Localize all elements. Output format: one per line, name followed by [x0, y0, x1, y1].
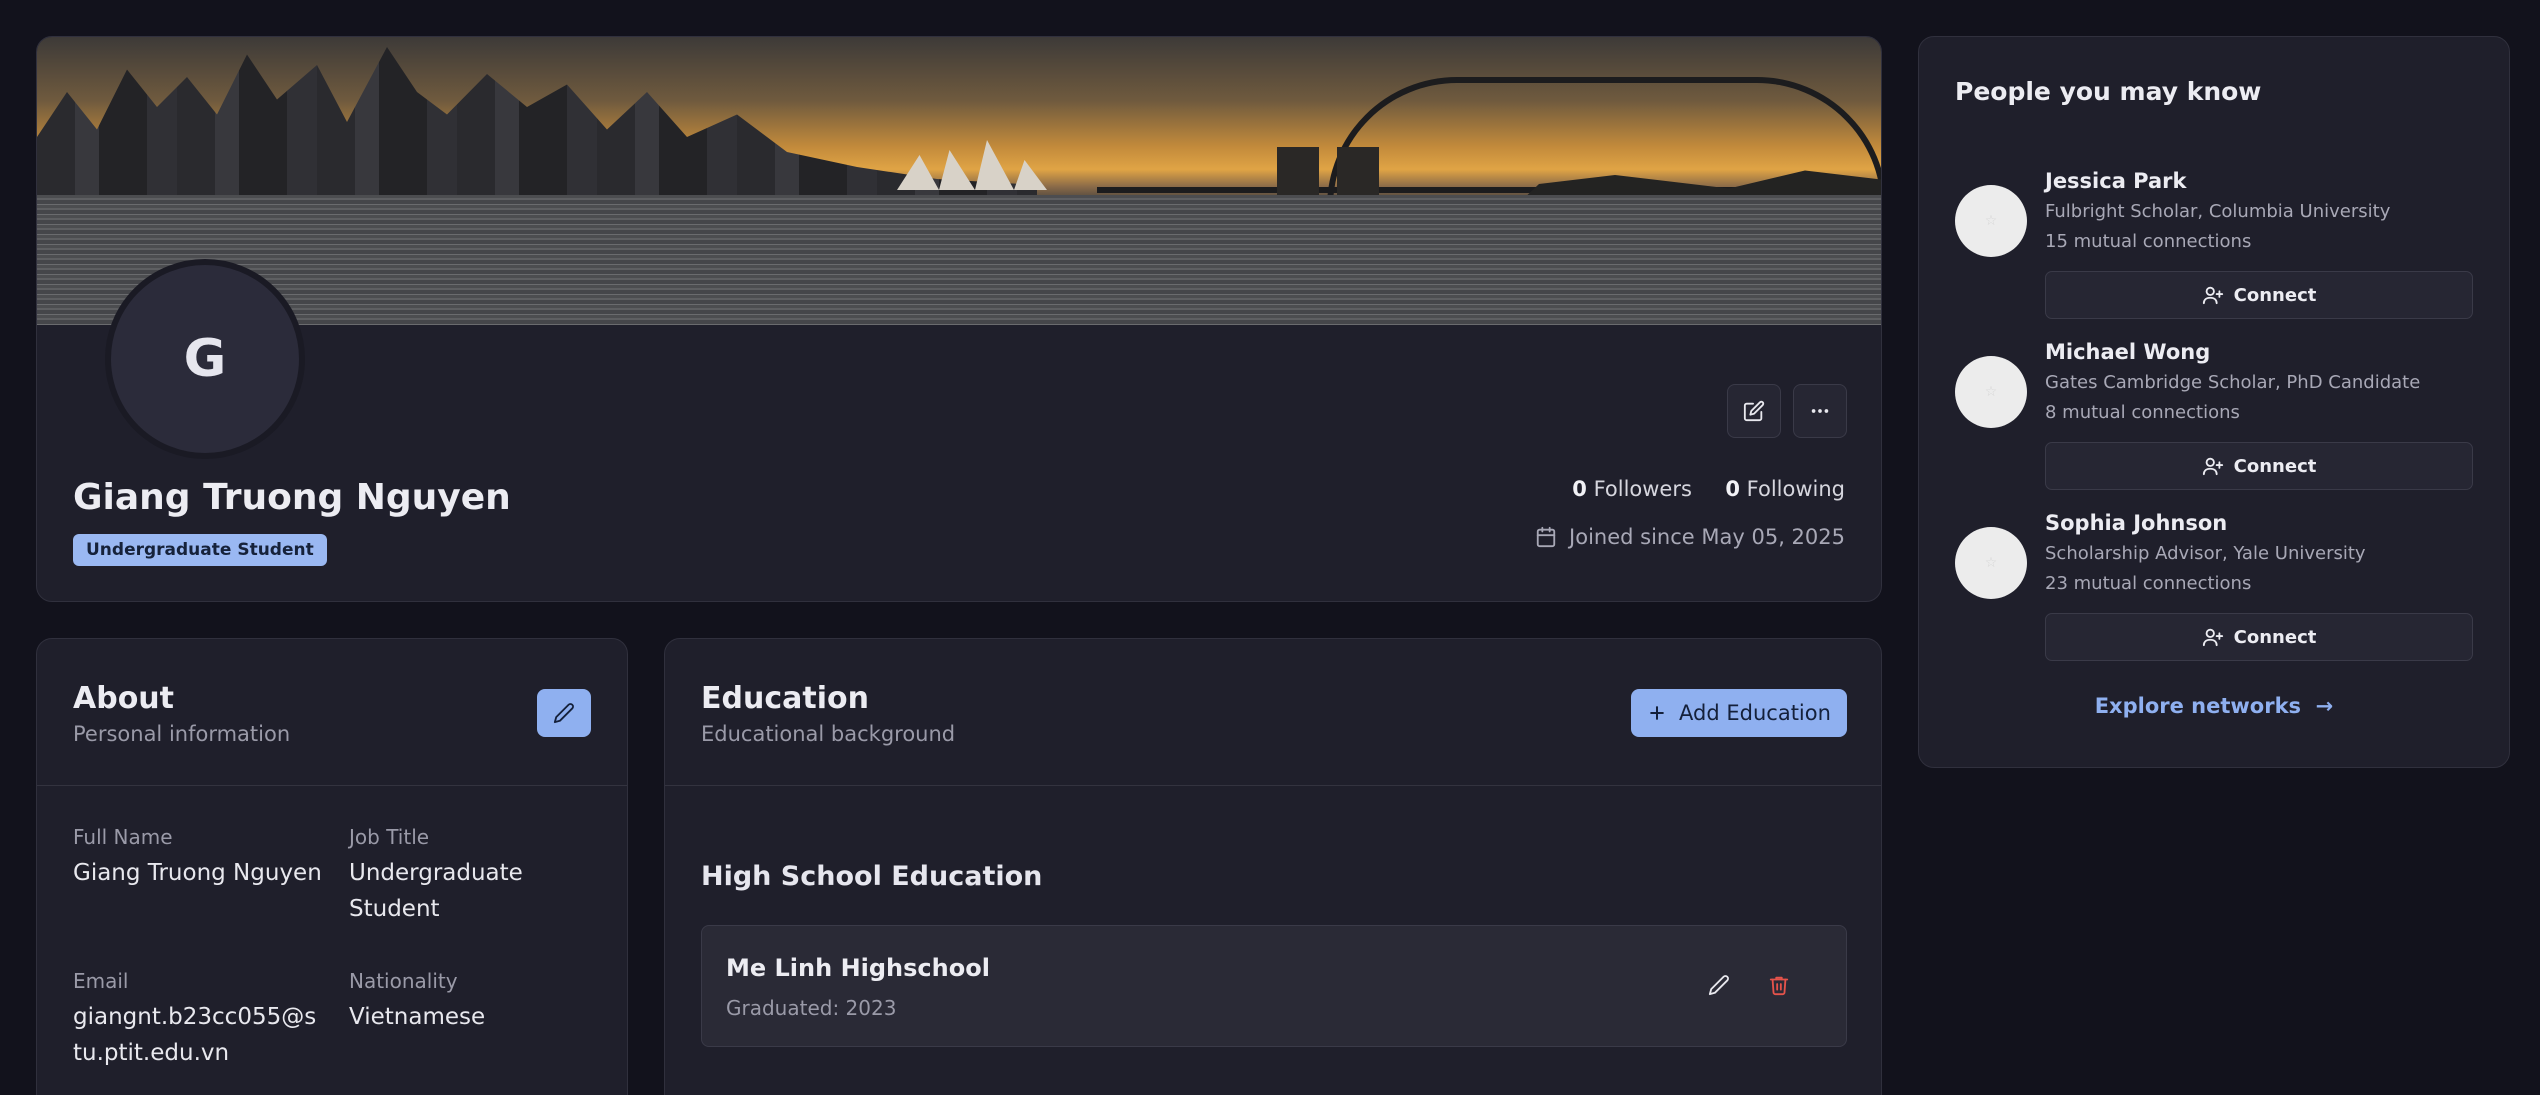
person-avatar[interactable]: ☆: [1955, 527, 2027, 599]
education-card: Education Educational background Add Edu…: [664, 638, 1882, 1095]
person-role: Gates Cambridge Scholar, PhD Candidate: [2045, 372, 2421, 393]
more-options-button[interactable]: [1793, 384, 1847, 438]
education-title: Education: [701, 681, 869, 716]
delete-education-button[interactable]: [1754, 960, 1804, 1010]
calendar-icon: [1536, 526, 1556, 548]
field-value-job-title: Undergraduate Student: [349, 860, 523, 922]
edit-education-button[interactable]: [1694, 960, 1744, 1010]
person-name[interactable]: Sophia Johnson: [2045, 511, 2227, 535]
role-badge: Undergraduate Student: [73, 534, 327, 566]
profile-name: Giang Truong Nguyen: [73, 477, 511, 518]
following-label: Following: [1746, 477, 1845, 501]
joined-date: Joined since May 05, 2025: [1535, 525, 1845, 549]
edit-icon: [1743, 400, 1765, 422]
person-suggestion: ☆ Jessica Park Fulbright Scholar, Columb…: [1955, 169, 2475, 341]
education-item: Me Linh Highschool Graduated: 2023: [701, 925, 1847, 1047]
person-name[interactable]: Jessica Park: [2045, 169, 2187, 193]
person-role: Scholarship Advisor, Yale University: [2045, 543, 2366, 564]
explore-networks-link[interactable]: Explore networks →: [1919, 694, 2509, 718]
star-icon: ☆: [1984, 384, 1998, 400]
connect-button[interactable]: Connect: [2045, 271, 2473, 319]
field-label-email: Email: [73, 969, 129, 993]
user-plus-icon: [2202, 457, 2223, 476]
field-label-job-title: Job Title: [349, 825, 430, 849]
people-title: People you may know: [1955, 77, 2262, 106]
profile-avatar: G: [105, 259, 305, 459]
explore-label: Explore networks: [2094, 694, 2302, 718]
person-suggestion: ☆ Michael Wong Gates Cambridge Scholar, …: [1955, 340, 2475, 512]
education-divider: [665, 785, 1881, 786]
field-value-nationality: Vietnamese: [349, 1004, 486, 1030]
profile-card: G Giang Truong Nguyen Undergraduate Stud…: [36, 36, 1882, 602]
user-plus-icon: [2202, 286, 2223, 305]
school-name: Me Linh Highschool: [726, 954, 990, 982]
followers-count: 0: [1572, 477, 1587, 501]
user-plus-icon: [2202, 628, 2223, 647]
person-mutual: 23 mutual connections: [2045, 573, 2252, 594]
add-education-button[interactable]: Add Education: [1631, 689, 1847, 737]
pencil-icon: [553, 703, 574, 724]
more-horizontal-icon: [1811, 409, 1829, 413]
person-avatar[interactable]: ☆: [1955, 356, 2027, 428]
connect-label: Connect: [2233, 626, 2317, 648]
edit-profile-button[interactable]: [1727, 384, 1781, 438]
field-value-full-name: Giang Truong Nguyen: [73, 860, 322, 886]
plus-icon: [1650, 706, 1664, 720]
trash-icon: [1769, 976, 1789, 996]
pencil-icon: [1708, 975, 1729, 996]
following-link[interactable]: 0 Following: [1725, 477, 1845, 501]
person-role: Fulbright Scholar, Columbia University: [2045, 201, 2391, 222]
field-value-email: giangnt.b23cc055@stu.ptit.edu.vn: [73, 1004, 317, 1066]
about-card: About Personal information Full Name Gia…: [36, 638, 628, 1095]
joined-text: Joined since May 05, 2025: [1569, 525, 1845, 549]
connect-label: Connect: [2233, 455, 2317, 477]
edit-about-button[interactable]: [537, 689, 591, 737]
about-divider: [37, 785, 627, 786]
star-icon: ☆: [1984, 213, 1998, 229]
connect-label: Connect: [2233, 284, 2317, 306]
follow-stats: 0 Followers 0 Following: [1572, 477, 1845, 501]
person-suggestion: ☆ Sophia Johnson Scholarship Advisor, Ya…: [1955, 511, 2475, 683]
about-subtitle: Personal information: [73, 722, 291, 746]
about-header: About Personal information: [73, 681, 290, 746]
following-count: 0: [1725, 477, 1740, 501]
person-name[interactable]: Michael Wong: [2045, 340, 2210, 364]
education-subtitle: Educational background: [701, 722, 956, 746]
person-mutual: 15 mutual connections: [2045, 231, 2252, 252]
star-icon: ☆: [1984, 555, 1998, 571]
avatar-initial: G: [183, 329, 227, 389]
education-header: Education Educational background: [701, 681, 955, 746]
high-school-section-title: High School Education: [701, 861, 1043, 892]
connect-button[interactable]: Connect: [2045, 613, 2473, 661]
people-you-may-know-card: People you may know ☆ Jessica Park Fulbr…: [1918, 36, 2510, 768]
field-label-full-name: Full Name: [73, 825, 173, 849]
add-education-label: Add Education: [1679, 701, 1831, 725]
about-title: About: [73, 681, 175, 716]
followers-link[interactable]: 0 Followers: [1572, 477, 1692, 501]
graduation-year: Graduated: 2023: [726, 996, 897, 1020]
cover-image: [37, 37, 1881, 325]
followers-label: Followers: [1593, 477, 1692, 501]
field-label-nationality: Nationality: [349, 969, 458, 993]
arrow-right-icon: →: [2308, 694, 2334, 718]
connect-button[interactable]: Connect: [2045, 442, 2473, 490]
person-avatar[interactable]: ☆: [1955, 185, 2027, 257]
person-mutual: 8 mutual connections: [2045, 402, 2240, 423]
